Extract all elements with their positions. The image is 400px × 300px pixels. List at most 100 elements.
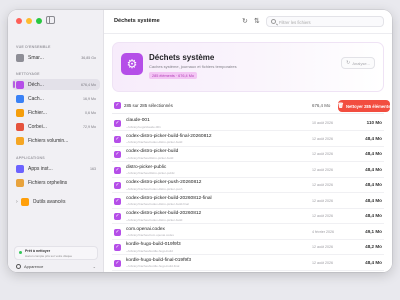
file-size: 110 Mo xyxy=(366,120,382,125)
category-icon xyxy=(16,122,24,131)
file-path: ~/Library/Caches/codex-distro-picker-bui… xyxy=(126,202,189,206)
file-path: ~/Library/Caches/kordle-hugo-build-final xyxy=(126,264,180,268)
file-name: codex-distro-picker-push-20260812 xyxy=(126,180,202,185)
main-content: Déchets système ↻ ⇅ ⚙ Déchets système Ca… xyxy=(104,10,392,272)
sidebar-item-label: Outils avancés xyxy=(32,198,66,205)
app-icon xyxy=(16,178,24,187)
file-size: 48,4 Mo xyxy=(365,259,382,265)
file-path: ~/Library/Caches/distro-picker-public xyxy=(126,171,175,175)
file-name: kordle-hugo-build-019f9f3 xyxy=(126,242,181,247)
file-size: 48,2 Mo xyxy=(365,244,382,249)
category-subtitle: Caches système, journaux et fichiers tem… xyxy=(149,64,237,69)
category-title: Déchets système xyxy=(149,53,215,62)
sidebar-item-label: Fichier... xyxy=(28,109,47,116)
file-row[interactable]: ✓ claude-001 ~/Library/Logs/claude-001 10 a… xyxy=(112,116,384,131)
file-path: ~/Library/Caches/codex-distro-picker-bui… xyxy=(126,140,183,144)
sidebar-item-label: Apps inst... xyxy=(28,165,53,172)
file-row[interactable]: ✓ codex-distro-picker-build-20260812 ~/Lib… xyxy=(112,209,384,224)
analyze-button[interactable]: ↻ Analyse... xyxy=(341,57,375,69)
smart-scan-icon xyxy=(16,53,24,62)
clean-button[interactable]: 🗑 Nettoyer 285 éléments xyxy=(338,100,390,112)
sidebar-item-label: Fichiers orphelins xyxy=(28,179,68,186)
section-title-cleanup: NETTOYAGE xyxy=(16,72,40,76)
sidebar-item-apps[interactable]: Fichiers orphelins xyxy=(12,177,100,188)
file-date: 12 août 2026 xyxy=(312,167,333,172)
file-row[interactable]: ✓ com.openai.codex ~/Library/Caches/com.op… xyxy=(112,225,384,240)
selection-size: 676,4 Mo xyxy=(312,103,331,108)
category-icon xyxy=(16,94,24,103)
file-name: codex-distro-picker-build-final-20260812 xyxy=(126,133,212,139)
sidebar-item-cleanup[interactable]: Cach... 16,9 Mo xyxy=(12,93,100,104)
sidebar-item-apps[interactable]: Apps inst... 163 xyxy=(12,163,100,174)
window-controls xyxy=(16,18,42,24)
sidebar-item-label: Cach... xyxy=(28,95,44,102)
status-dot-icon xyxy=(19,251,22,254)
gear-icon: ⚙ xyxy=(121,53,143,75)
file-checkbox[interactable]: ✓ xyxy=(114,151,121,158)
file-row[interactable]: ✓ kordle-hugo-build-final-019f9f3 ~/Librar… xyxy=(112,256,384,271)
file-date: 12 août 2026 xyxy=(312,260,333,265)
sort-icon[interactable]: ⇅ xyxy=(254,17,260,25)
refresh-icon[interactable]: ↻ xyxy=(242,17,248,25)
category-icon xyxy=(16,108,24,117)
file-size: 48,4 Mo xyxy=(365,182,382,187)
file-checkbox[interactable]: ✓ xyxy=(114,244,121,251)
sidebar-item-smart-scan[interactable]: Smar... 36,85 Go xyxy=(12,52,100,63)
status-title: Prêt à nettoyer xyxy=(25,249,51,253)
file-checkbox[interactable]: ✓ xyxy=(114,182,121,189)
app-icon xyxy=(16,164,24,173)
file-size: 48,4 Mo xyxy=(365,197,382,203)
file-checkbox[interactable]: ✓ xyxy=(114,213,121,220)
sidebar-item-cleanup[interactable]: Fichier... 0,6 Mo xyxy=(12,107,100,118)
file-row[interactable]: ✓ kordle-hugo-build-019f9f3 ~/Library/Cach… xyxy=(112,240,384,255)
file-checkbox[interactable]: ✓ xyxy=(114,259,121,267)
file-row[interactable]: ✓ distro-picker-public ~/Library/Caches/di… xyxy=(112,163,384,178)
file-row[interactable]: ✓ codex-distro-picker-build-20260812-fina… xyxy=(112,194,384,209)
status-subtitle: Aucun compte pris sur votre disque xyxy=(25,254,73,258)
sidebar-item-label: Fichiers volumin... xyxy=(28,137,69,144)
file-name: kordle-hugo-build-final-019f9f3 xyxy=(126,257,192,263)
sidebar-item-label: Déch... xyxy=(28,81,44,88)
file-checkbox[interactable]: ✓ xyxy=(114,166,121,174)
file-size: 48,4 Mo xyxy=(365,151,382,156)
selection-count: 285 sur 285 sélectionnés xyxy=(124,103,173,108)
sidebar-item-value: 676,4 Mo xyxy=(81,82,96,87)
file-date: 12 août 2026 xyxy=(312,245,333,249)
analyze-button-label: Analyse... xyxy=(352,60,370,66)
file-checkbox[interactable]: ✓ xyxy=(114,120,121,127)
category-icon xyxy=(16,80,24,89)
section-title-overview: VUE D'ENSEMBLE xyxy=(16,45,51,49)
minimize-window-button[interactable] xyxy=(26,18,32,24)
file-name: codex-distro-picker-build-20260812 xyxy=(126,211,202,216)
sidebar-item-cleanup[interactable]: Fichiers volumin... xyxy=(12,135,100,146)
file-checkbox[interactable]: ✓ xyxy=(114,135,121,143)
close-window-button[interactable] xyxy=(16,18,22,24)
sidebar-item-value: 72,9 Mo xyxy=(83,124,96,129)
file-checkbox[interactable]: ✓ xyxy=(114,197,121,205)
appearance-icon xyxy=(16,263,21,269)
search-input[interactable] xyxy=(279,18,379,26)
section-title-applications: APPLICATIONS xyxy=(16,156,45,160)
status-panel: Prêt à nettoyer Aucun compte pris sur vo… xyxy=(14,246,98,260)
file-checkbox[interactable]: ✓ xyxy=(114,228,121,236)
file-row[interactable]: ✓ codex-distro-picker-build ~/Library/Cach… xyxy=(112,147,384,162)
file-name: codex-distro-picker-build-20260812-final xyxy=(126,195,212,201)
chevron-down-icon: ⌄ xyxy=(92,263,96,269)
search-field xyxy=(266,16,384,27)
file-name: distro-picker-public xyxy=(126,164,167,170)
sidebar-item-cleanup[interactable]: Corbei... 72,9 Mo xyxy=(12,121,100,132)
sidebar-item-cleanup[interactable]: Déch... 676,4 Mo xyxy=(12,79,100,90)
zoom-window-button[interactable] xyxy=(36,18,42,24)
file-date: 12 août 2026 xyxy=(312,183,333,187)
select-all-checkbox[interactable]: ✓ xyxy=(114,102,121,109)
sidebar-toggle-icon[interactable] xyxy=(46,16,55,24)
sidebar-item-advanced-tools[interactable]: › Outils avancés xyxy=(12,196,100,207)
file-name: codex-distro-picker-build xyxy=(126,149,179,154)
file-path: ~/Library/Caches/codex-distro-picker-bui… xyxy=(126,217,183,222)
file-size: 48,4 Mo xyxy=(365,135,382,141)
file-row[interactable]: ✓ codex-distro-picker-build-final-2026081… xyxy=(112,132,384,147)
file-row[interactable]: ✓ codex-distro-picker-push-20260812 ~/Libr… xyxy=(112,178,384,193)
summary-badge: 285 éléments · 676,4 Mo xyxy=(149,72,198,79)
appearance-menu[interactable]: Apparence ⌄ xyxy=(16,262,96,270)
appearance-label: Apparence xyxy=(24,263,44,269)
